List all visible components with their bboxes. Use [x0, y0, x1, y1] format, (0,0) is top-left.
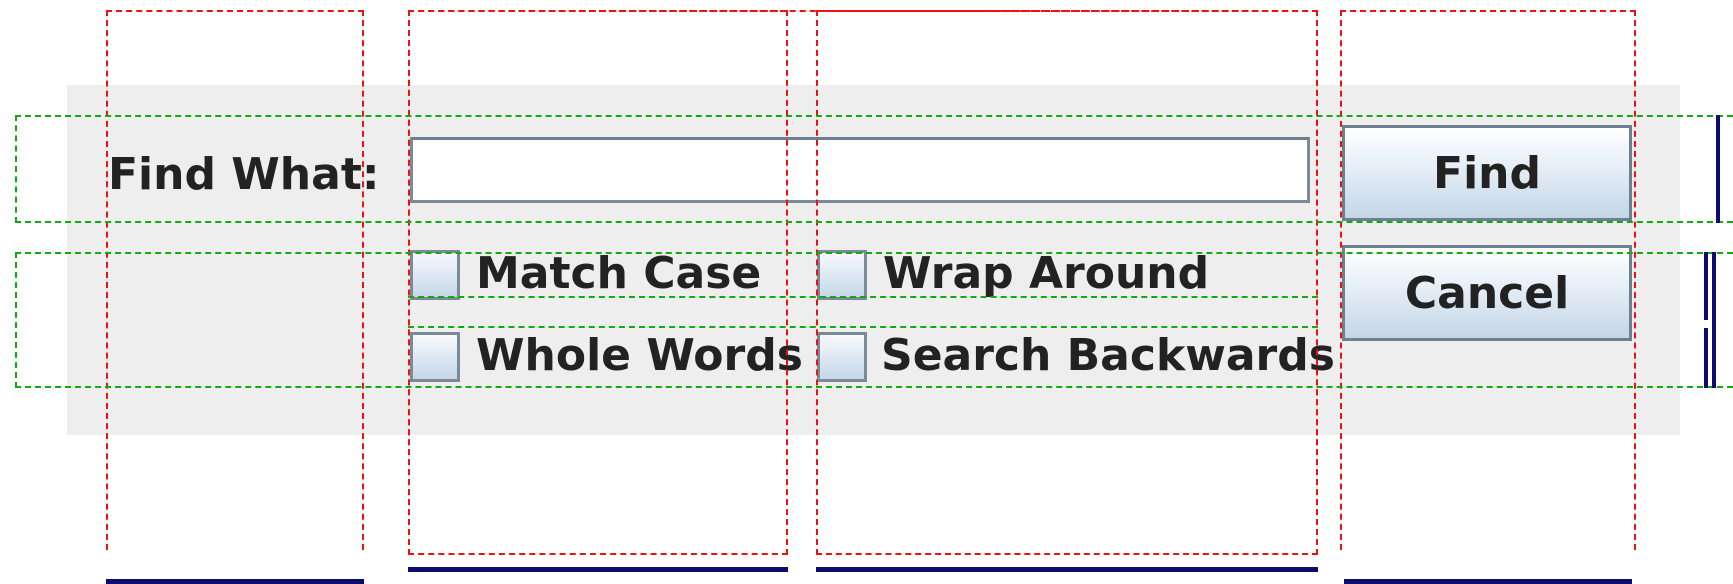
search-backwards-label: Search Backwards [881, 330, 1335, 381]
search-backwards-checkbox[interactable] [817, 332, 867, 382]
size-bar-options-row [1712, 252, 1716, 388]
size-bar-left-column [408, 567, 788, 572]
cancel-button[interactable]: Cancel [1342, 245, 1632, 341]
find-what-label: Find What: [108, 149, 380, 200]
size-bar-button-column [1344, 579, 1632, 584]
size-bar-options-row-inner-bottom [1704, 328, 1708, 388]
whole-words-checkbox[interactable] [410, 332, 460, 382]
find-button[interactable]: Find [1342, 125, 1632, 221]
size-bar-find-row [1716, 115, 1720, 223]
match-case-label: Match Case [476, 248, 762, 299]
find-what-input[interactable] [410, 137, 1310, 203]
size-bar-label-column [106, 579, 364, 584]
size-bar-right-column [816, 567, 1318, 572]
wrap-around-label: Wrap Around [883, 248, 1210, 299]
size-bar-options-row-inner-top [1704, 252, 1708, 320]
whole-words-label: Whole Words [476, 330, 803, 381]
match-case-checkbox[interactable] [410, 250, 460, 300]
wrap-around-checkbox[interactable] [817, 250, 867, 300]
